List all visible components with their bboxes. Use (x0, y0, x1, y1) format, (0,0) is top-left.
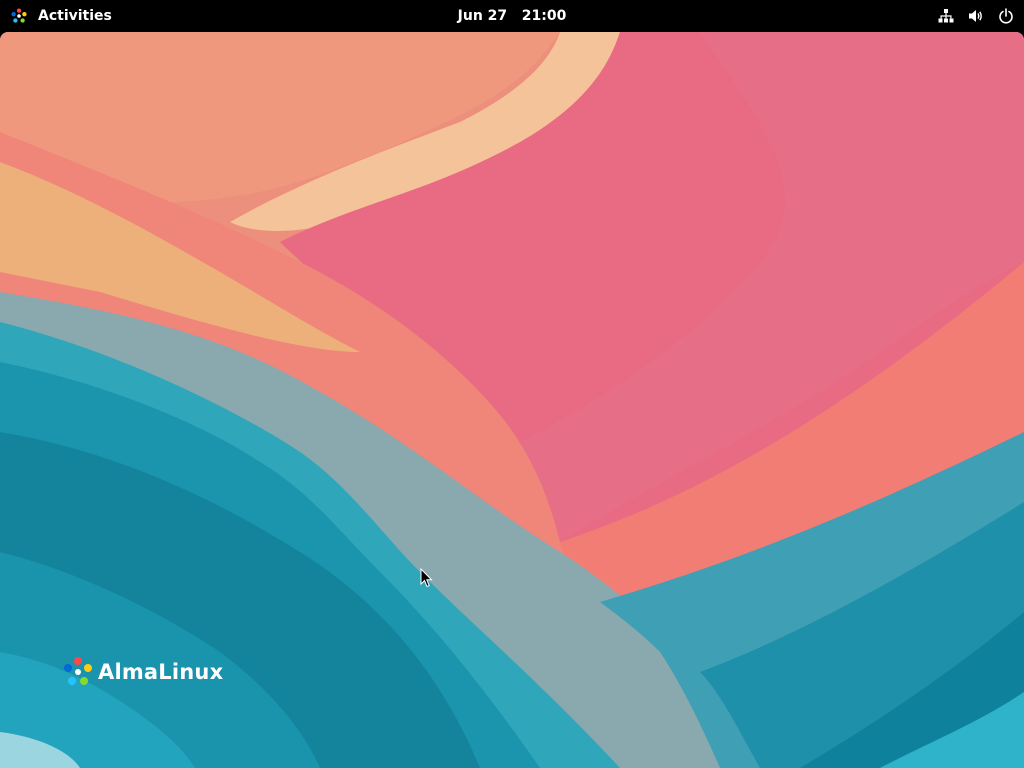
top-bar: Activities Jun 27 21:00 (0, 0, 1024, 32)
clock: Jun 27 21:00 (0, 0, 1024, 32)
almalinux-logo-icon (11, 8, 27, 23)
activities-label: Activities (38, 8, 112, 24)
brand-text: AlmaLinux (98, 660, 224, 684)
almalinux-brand: AlmaLinux (62, 656, 223, 688)
desktop[interactable]: AlmaLinux (0, 32, 1024, 768)
clock-time: 21:00 (521, 8, 567, 24)
system-tray[interactable] (938, 0, 1014, 32)
mouse-pointer-icon (420, 568, 433, 588)
activities-button[interactable]: Activities (10, 0, 112, 32)
almalinux-logo-icon (64, 657, 92, 685)
clock-date: Jun 27 (457, 8, 508, 24)
clock-button[interactable]: Jun 27 21:00 (458, 8, 567, 24)
power-icon[interactable] (998, 8, 1014, 24)
volume-icon[interactable] (968, 8, 984, 24)
network-wired-icon[interactable] (938, 8, 954, 24)
